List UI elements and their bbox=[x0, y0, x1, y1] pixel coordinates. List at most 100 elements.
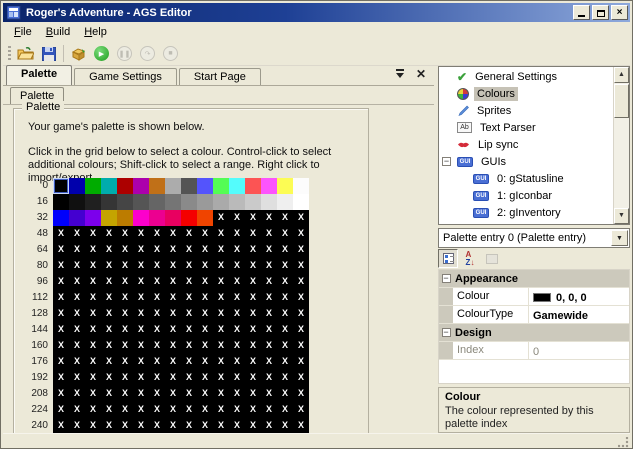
palette-cell[interactable]: X bbox=[53, 306, 69, 322]
palette-cell[interactable]: X bbox=[213, 370, 229, 386]
palette-cell[interactable]: X bbox=[117, 306, 133, 322]
palette-cell[interactable]: X bbox=[53, 322, 69, 338]
palette-cell[interactable]: X bbox=[293, 386, 309, 402]
palette-cell[interactable]: X bbox=[101, 386, 117, 402]
palette-cell[interactable] bbox=[181, 210, 197, 226]
palette-cell[interactable]: X bbox=[213, 226, 229, 242]
palette-cell[interactable]: X bbox=[245, 386, 261, 402]
minimize-button[interactable] bbox=[573, 5, 590, 20]
palette-cell[interactable]: X bbox=[165, 226, 181, 242]
palette-cell[interactable]: X bbox=[181, 322, 197, 338]
palette-cell[interactable]: X bbox=[85, 274, 101, 290]
palette-cell[interactable]: X bbox=[213, 242, 229, 258]
palette-cell[interactable]: X bbox=[85, 338, 101, 354]
palette-cell[interactable]: X bbox=[261, 338, 277, 354]
palette-cell[interactable]: X bbox=[69, 274, 85, 290]
tree-item-text-parser[interactable]: AbText Parser bbox=[439, 119, 612, 136]
palette-cell[interactable]: X bbox=[53, 354, 69, 370]
palette-cell[interactable]: X bbox=[53, 386, 69, 402]
palette-cell[interactable]: X bbox=[261, 258, 277, 274]
palette-cell[interactable]: X bbox=[133, 258, 149, 274]
palette-cell[interactable]: X bbox=[213, 306, 229, 322]
palette-cell[interactable]: X bbox=[149, 226, 165, 242]
palette-cell[interactable]: X bbox=[229, 402, 245, 418]
palette-cell[interactable]: X bbox=[261, 370, 277, 386]
palette-cell[interactable]: X bbox=[229, 306, 245, 322]
palette-cell[interactable]: X bbox=[245, 258, 261, 274]
palette-cell[interactable]: X bbox=[85, 386, 101, 402]
palette-cell[interactable]: X bbox=[181, 290, 197, 306]
palette-cell[interactable] bbox=[181, 194, 197, 210]
palette-cell[interactable]: X bbox=[69, 290, 85, 306]
palette-cell[interactable]: X bbox=[197, 242, 213, 258]
palette-cell[interactable]: X bbox=[245, 274, 261, 290]
palette-cell[interactable]: X bbox=[293, 210, 309, 226]
palette-cell[interactable]: X bbox=[181, 402, 197, 418]
palette-cell[interactable]: X bbox=[149, 354, 165, 370]
palette-cell[interactable]: X bbox=[277, 354, 293, 370]
palette-cell[interactable]: X bbox=[261, 402, 277, 418]
palette-cell[interactable]: X bbox=[293, 290, 309, 306]
palette-cell[interactable] bbox=[117, 178, 133, 194]
palette-cell[interactable]: X bbox=[101, 306, 117, 322]
palette-cell[interactable]: X bbox=[181, 370, 197, 386]
palette-cell[interactable]: X bbox=[277, 338, 293, 354]
palette-cell[interactable]: X bbox=[165, 290, 181, 306]
palette-cell[interactable]: X bbox=[261, 290, 277, 306]
palette-cell[interactable] bbox=[213, 194, 229, 210]
palette-cell[interactable]: X bbox=[277, 402, 293, 418]
palette-cell[interactable]: X bbox=[133, 354, 149, 370]
palette-cell[interactable]: X bbox=[101, 354, 117, 370]
palette-cell[interactable]: X bbox=[149, 370, 165, 386]
palette-cell[interactable]: X bbox=[165, 386, 181, 402]
palette-cell[interactable] bbox=[117, 194, 133, 210]
tree-item-general-settings[interactable]: ✔General Settings bbox=[439, 68, 612, 85]
palette-cell[interactable]: X bbox=[85, 306, 101, 322]
palette-cell[interactable]: X bbox=[213, 386, 229, 402]
palette-cell[interactable]: X bbox=[229, 386, 245, 402]
palette-cell[interactable]: X bbox=[53, 226, 69, 242]
palette-cell[interactable]: X bbox=[197, 418, 213, 433]
palette-cell[interactable]: X bbox=[197, 258, 213, 274]
tree-item-lip-sync[interactable]: Lip sync bbox=[439, 136, 612, 153]
palette-cell[interactable]: X bbox=[181, 418, 197, 433]
palette-cell[interactable]: X bbox=[165, 402, 181, 418]
palette-cell[interactable]: X bbox=[181, 338, 197, 354]
palette-cell[interactable]: X bbox=[101, 402, 117, 418]
scroll-down-icon[interactable]: ▼ bbox=[614, 208, 629, 224]
palette-cell[interactable]: X bbox=[181, 306, 197, 322]
palette-cell[interactable]: X bbox=[261, 354, 277, 370]
palette-cell[interactable]: X bbox=[133, 322, 149, 338]
palette-cell[interactable]: X bbox=[245, 370, 261, 386]
palette-cell[interactable]: X bbox=[261, 242, 277, 258]
palette-cell[interactable]: X bbox=[85, 370, 101, 386]
palette-cell[interactable]: X bbox=[149, 322, 165, 338]
open-project-button[interactable] bbox=[14, 43, 37, 64]
palette-cell[interactable]: X bbox=[117, 322, 133, 338]
palette-cell[interactable]: X bbox=[101, 226, 117, 242]
palette-cell[interactable]: X bbox=[85, 354, 101, 370]
palette-cell[interactable]: X bbox=[245, 306, 261, 322]
test-game-button[interactable] bbox=[67, 43, 90, 64]
collapse-icon[interactable]: − bbox=[442, 157, 451, 166]
palette-cell[interactable]: X bbox=[293, 306, 309, 322]
palette-cell[interactable]: X bbox=[293, 258, 309, 274]
palette-cell[interactable] bbox=[85, 178, 101, 194]
palette-cell[interactable]: X bbox=[149, 306, 165, 322]
palette-cell[interactable] bbox=[69, 194, 85, 210]
palette-cell[interactable]: X bbox=[181, 274, 197, 290]
palette-cell[interactable]: X bbox=[53, 290, 69, 306]
palette-cell[interactable] bbox=[245, 178, 261, 194]
palette-cell[interactable]: X bbox=[149, 418, 165, 433]
palette-cell[interactable]: X bbox=[133, 290, 149, 306]
palette-cell[interactable]: X bbox=[165, 258, 181, 274]
tab-game-settings[interactable]: Game Settings bbox=[74, 68, 177, 85]
scroll-up-icon[interactable]: ▲ bbox=[614, 67, 629, 83]
palette-cell[interactable]: X bbox=[197, 338, 213, 354]
menu-file[interactable]: File bbox=[7, 23, 39, 41]
palette-cell[interactable]: X bbox=[101, 370, 117, 386]
palette-cell[interactable] bbox=[69, 178, 85, 194]
palette-cell[interactable]: X bbox=[149, 274, 165, 290]
palette-cell[interactable]: X bbox=[229, 226, 245, 242]
palette-cell[interactable]: X bbox=[261, 274, 277, 290]
